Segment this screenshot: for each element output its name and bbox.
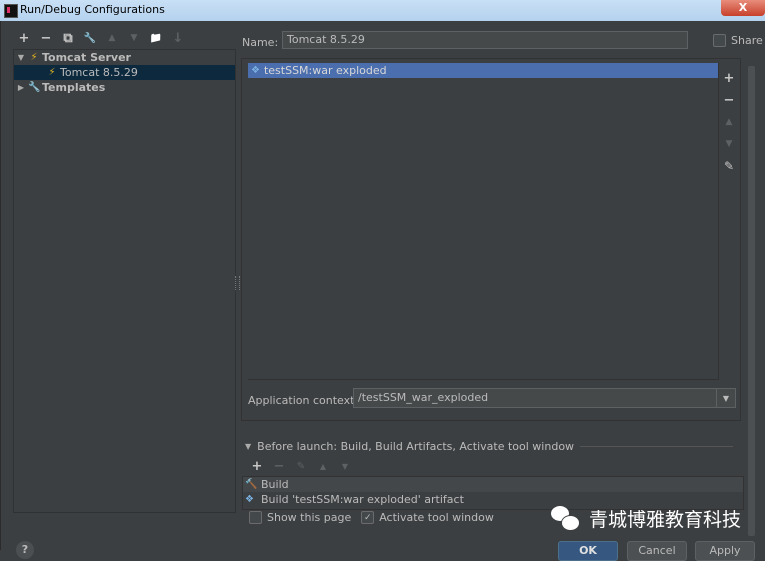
- ok-button[interactable]: OK: [558, 541, 618, 561]
- tree-item-label: Tomcat Server: [42, 51, 131, 64]
- artifact-list[interactable]: ❖ testSSM:war exploded: [248, 63, 719, 380]
- before-launch-toolbar: + − ✎ ▲ ▼: [246, 458, 356, 474]
- move-task-up-button[interactable]: ▲: [312, 458, 334, 474]
- wrench-icon: 🔧: [28, 82, 41, 93]
- add-task-button[interactable]: +: [246, 458, 268, 474]
- tomcat-icon: ⚡: [48, 67, 56, 78]
- tree-item-label: Templates: [42, 81, 106, 94]
- share-label: Share: [731, 34, 763, 47]
- application-context-combo[interactable]: /testSSM_war_exploded ▼: [353, 388, 736, 408]
- task-label: Build 'testSSM:war exploded' artifact: [261, 493, 464, 506]
- hammer-icon: 🔨: [245, 479, 258, 490]
- before-launch-options: Show this page ✓ Activate tool window: [249, 511, 498, 524]
- run-debug-dialog: + − ⧉ 🔧 ▲ ▼ 📁 ↓ ▼ ⚡ Tomcat Server ⚡ Tomc…: [0, 21, 765, 561]
- share-checkbox[interactable]: Share: [713, 34, 763, 47]
- artifact-item[interactable]: ❖ testSSM:war exploded: [248, 63, 718, 78]
- apply-button[interactable]: Apply: [695, 541, 755, 561]
- cancel-button[interactable]: Cancel: [627, 541, 687, 561]
- tree-item-tomcat-8529[interactable]: ⚡ Tomcat 8.5.29: [14, 65, 235, 80]
- new-folder-button[interactable]: 📁: [145, 29, 167, 47]
- task-item-build[interactable]: 🔨 Build: [243, 477, 743, 492]
- expand-arrow-icon[interactable]: ▼: [14, 53, 28, 62]
- move-task-down-button[interactable]: ▼: [334, 458, 356, 474]
- collapse-arrow-icon[interactable]: ▶: [14, 83, 28, 92]
- tree-item-tomcat-server[interactable]: ▼ ⚡ Tomcat Server: [14, 50, 235, 65]
- config-toolbar: + − ⧉ 🔧 ▲ ▼ 📁 ↓: [13, 29, 189, 47]
- vertical-scrollbar[interactable]: [748, 66, 755, 536]
- separator: [580, 446, 733, 447]
- wechat-icon: [551, 505, 581, 532]
- collapse-triangle-icon[interactable]: ▼: [245, 442, 251, 451]
- application-context-label: Application context:: [248, 394, 359, 407]
- title-bar: Run/Debug Configurations X: [0, 0, 765, 21]
- artifact-label: testSSM:war exploded: [263, 64, 387, 77]
- before-launch-header[interactable]: ▼ Before launch: Build, Build Artifacts,…: [245, 440, 733, 453]
- wrench-icon[interactable]: 🔧: [79, 29, 101, 47]
- move-artifact-down-button[interactable]: ▼: [726, 133, 733, 155]
- tree-item-templates[interactable]: ▶ 🔧 Templates: [14, 80, 235, 95]
- checkmark-icon[interactable]: ✓: [361, 511, 375, 524]
- tree-item-label: Tomcat 8.5.29: [60, 66, 138, 79]
- help-button[interactable]: ?: [16, 541, 34, 559]
- task-label: Build: [261, 478, 289, 491]
- intellij-app-icon: [4, 4, 18, 18]
- before-launch-title: Before launch: Build, Build Artifacts, A…: [257, 440, 575, 453]
- show-page-checkbox[interactable]: Show this page: [249, 511, 351, 524]
- artifact-icon: ❖: [245, 494, 254, 505]
- splitter-handle[interactable]: [235, 276, 240, 290]
- sort-button[interactable]: ↓: [167, 29, 189, 47]
- show-page-checkbox-box[interactable]: [249, 511, 262, 524]
- edit-task-button[interactable]: ✎: [290, 458, 312, 474]
- remove-task-button[interactable]: −: [268, 458, 290, 474]
- remove-config-button[interactable]: −: [35, 29, 57, 47]
- application-context-input[interactable]: /testSSM_war_exploded: [354, 389, 716, 407]
- show-page-label: Show this page: [267, 511, 352, 524]
- move-down-button[interactable]: ▼: [123, 29, 145, 47]
- add-artifact-button[interactable]: +: [724, 67, 735, 89]
- activate-tool-window-checkbox[interactable]: ✓ Activate tool window: [361, 511, 494, 524]
- name-label: Name:: [242, 36, 279, 49]
- close-button[interactable]: X: [721, 0, 765, 16]
- edit-artifact-button[interactable]: ✎: [724, 155, 734, 177]
- artifact-toolbar: + − ▲ ▼ ✎: [719, 67, 739, 177]
- artifact-icon: ❖: [251, 65, 260, 76]
- add-config-button[interactable]: +: [13, 29, 35, 47]
- share-checkbox-box[interactable]: [713, 34, 726, 47]
- name-input[interactable]: Tomcat 8.5.29: [282, 31, 688, 49]
- remove-artifact-button[interactable]: −: [724, 89, 735, 111]
- watermark-text: 青城博雅教育科技: [589, 509, 742, 531]
- watermark: 青城博雅教育科技: [551, 505, 741, 532]
- tomcat-icon: ⚡: [30, 52, 38, 63]
- chevron-down-icon[interactable]: ▼: [716, 389, 735, 407]
- copy-config-button[interactable]: ⧉: [57, 29, 79, 47]
- move-up-button[interactable]: ▲: [101, 29, 123, 47]
- config-tree: ▼ ⚡ Tomcat Server ⚡ Tomcat 8.5.29 ▶ 🔧 Te…: [13, 49, 236, 513]
- activate-tool-window-label: Activate tool window: [379, 511, 494, 524]
- window-title: Run/Debug Configurations: [20, 3, 165, 16]
- move-artifact-up-button[interactable]: ▲: [726, 111, 733, 133]
